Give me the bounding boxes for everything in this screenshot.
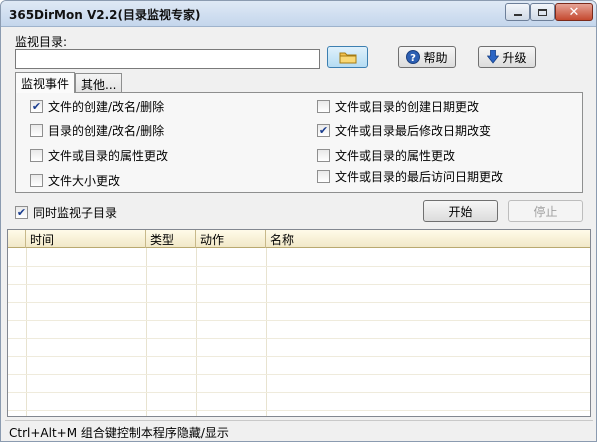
- minimize-button[interactable]: [505, 3, 530, 21]
- help-button[interactable]: ? 帮助: [398, 46, 456, 68]
- event-file-size-change[interactable]: 文件大小更改: [30, 172, 120, 189]
- checkbox-label: 文件或目录的最后访问日期更改: [335, 170, 504, 184]
- event-file-create-rename-delete[interactable]: ✔ 文件的创建/改名/删除: [30, 98, 164, 115]
- checkbox[interactable]: ✔: [317, 124, 330, 137]
- grid-line: [8, 284, 590, 285]
- event-last-modified-change[interactable]: ✔ 文件或目录最后修改日期改变: [317, 122, 491, 139]
- tab-monitor-events[interactable]: 监视事件: [15, 72, 76, 93]
- upgrade-label: 升级: [502, 50, 527, 65]
- grid-line: [196, 248, 197, 416]
- browse-folder-button[interactable]: [327, 46, 368, 68]
- tab-other[interactable]: 其他...: [75, 73, 123, 93]
- checkbox-label: 文件或目录最后修改日期改变: [335, 124, 492, 138]
- checkbox[interactable]: [317, 149, 330, 162]
- monitor-dir-label: 监视目录:: [15, 35, 68, 49]
- checkbox[interactable]: ✔: [15, 206, 28, 219]
- checkbox-label: 文件或目录的属性更改: [335, 149, 456, 163]
- help-label: 帮助: [423, 50, 448, 65]
- checkbox-label: 文件大小更改: [48, 174, 121, 188]
- arrow-down-icon: [487, 50, 500, 64]
- grid-line: [26, 248, 27, 416]
- title-bar[interactable]: 365DirMon V2.2(目录监视专家) ✕: [1, 1, 596, 27]
- event-list[interactable]: 时间 类型 动作 名称: [7, 229, 591, 417]
- start-button[interactable]: 开始: [423, 200, 498, 222]
- grid-line: [8, 302, 590, 303]
- stop-button[interactable]: 停止: [508, 200, 583, 222]
- app-window: 365DirMon V2.2(目录监视专家) ✕ 监视目录: ? 帮助 升级 监…: [0, 0, 597, 442]
- checkbox-label: 文件的创建/改名/删除: [48, 100, 165, 114]
- close-button[interactable]: ✕: [555, 3, 593, 21]
- folder-icon: [339, 52, 356, 64]
- event-attribute-change[interactable]: 文件或目录的属性更改: [30, 147, 168, 164]
- checkbox-label: 同时监视子目录: [33, 206, 118, 220]
- grid-line: [8, 338, 590, 339]
- checkbox[interactable]: [317, 170, 330, 183]
- checkbox-label: 目录的创建/改名/删除: [48, 124, 165, 138]
- grid-line: [8, 392, 590, 393]
- upgrade-button[interactable]: 升级: [478, 46, 536, 68]
- grid-line: [8, 356, 590, 357]
- column-header-action[interactable]: 动作: [196, 230, 266, 248]
- grid-line: [146, 248, 147, 416]
- list-header: 时间 类型 动作 名称: [8, 230, 590, 248]
- minimize-icon: [513, 14, 522, 16]
- events-panel: ✔ 文件的创建/改名/删除 目录的创建/改名/删除 文件或目录的属性更改 文件大…: [15, 92, 583, 193]
- checkbox[interactable]: ✔: [30, 100, 43, 113]
- grid-line: [8, 266, 590, 267]
- event-dir-create-rename-delete[interactable]: 目录的创建/改名/删除: [30, 122, 164, 139]
- monitor-dir-input[interactable]: [15, 49, 320, 69]
- checkbox-label: 文件或目录的属性更改: [48, 149, 169, 163]
- event-create-date-change[interactable]: 文件或目录的创建日期更改: [317, 98, 479, 115]
- svg-text:?: ?: [411, 53, 417, 64]
- checkbox[interactable]: [30, 124, 43, 137]
- checkbox[interactable]: [317, 100, 330, 113]
- column-header-index[interactable]: [8, 230, 26, 248]
- event-last-access-change[interactable]: 文件或目录的最后访问日期更改: [317, 168, 503, 185]
- grid-line: [8, 410, 590, 411]
- column-header-name[interactable]: 名称: [266, 230, 590, 248]
- checkbox[interactable]: [30, 149, 43, 162]
- grid-line: [8, 374, 590, 375]
- close-icon: ✕: [568, 4, 580, 20]
- column-header-type[interactable]: 类型: [146, 230, 196, 248]
- monitor-subdirs-checkbox[interactable]: ✔ 同时监视子目录: [15, 204, 117, 221]
- grid-line: [8, 320, 590, 321]
- checkbox-label: 文件或目录的创建日期更改: [335, 100, 480, 114]
- status-bar: Ctrl+Alt+M 组合键控制本程序隐藏/显示: [5, 420, 593, 440]
- column-header-time[interactable]: 时间: [26, 230, 146, 248]
- maximize-button[interactable]: [530, 3, 555, 21]
- event-attribute-change-2[interactable]: 文件或目录的属性更改: [317, 147, 455, 164]
- help-icon: ?: [406, 50, 421, 64]
- window-title: 365DirMon V2.2(目录监视专家): [9, 8, 201, 22]
- maximize-icon: [538, 8, 547, 16]
- checkbox[interactable]: [30, 174, 43, 187]
- grid-line: [266, 248, 267, 416]
